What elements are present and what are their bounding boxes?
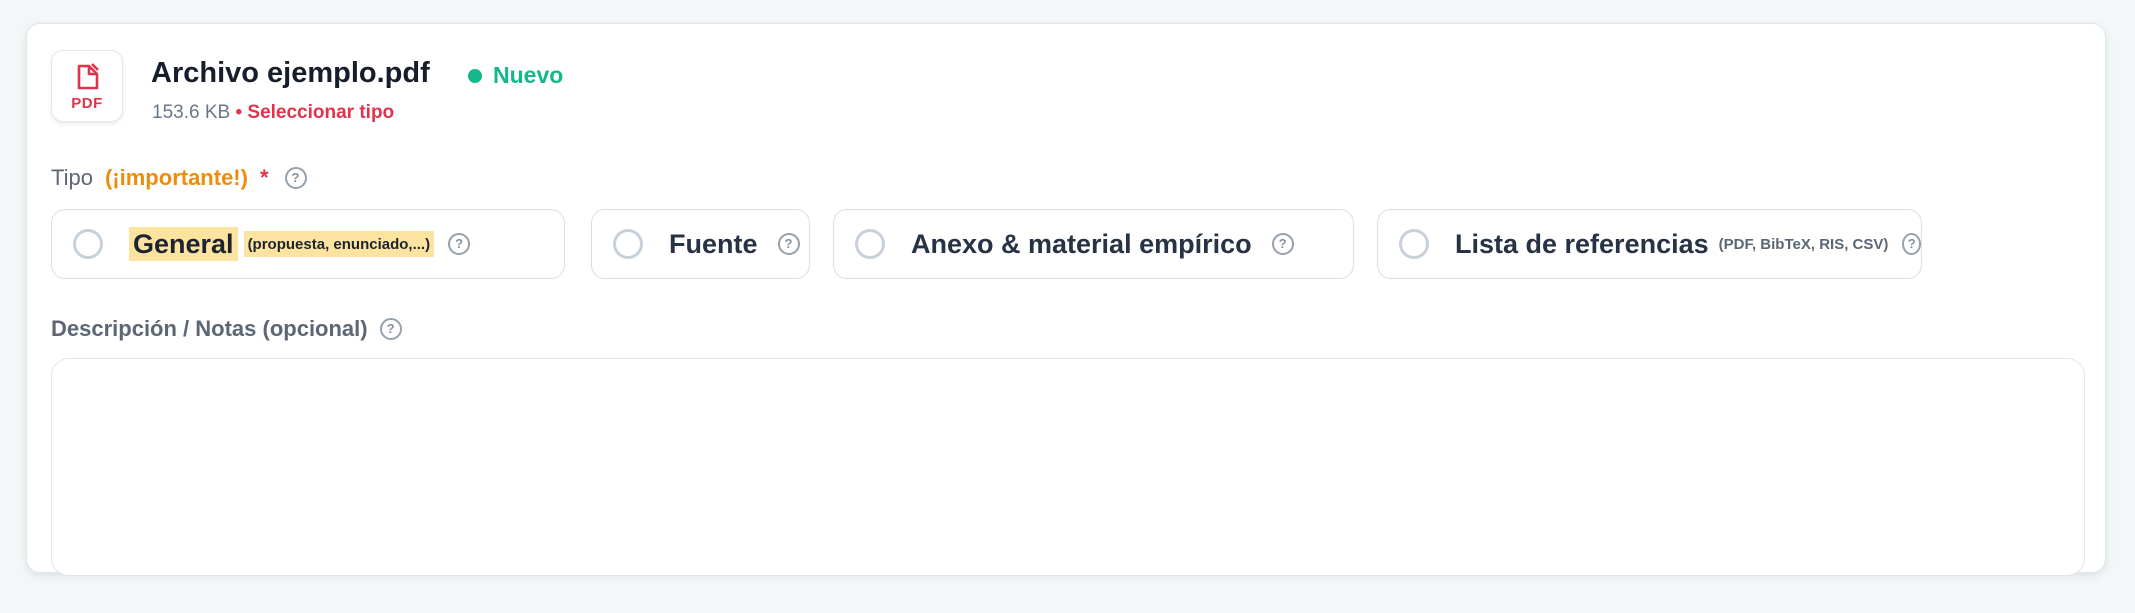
option-label: Anexo & material empírico — [911, 228, 1252, 259]
meta-separator: • — [235, 102, 243, 123]
radio-icon[interactable] — [855, 229, 885, 259]
file-name: Archivo ejemplo.pdf — [151, 57, 430, 89]
help-icon[interactable]: ? — [777, 233, 800, 255]
option-note: (PDF, BibTeX, RIS, CSV) — [1718, 235, 1889, 253]
radio-icon[interactable] — [1399, 229, 1429, 259]
type-label-text: Tipo — [51, 165, 93, 190]
option-note: (propuesta, enunciado,...) — [247, 235, 431, 253]
option-label: Fuente — [669, 228, 758, 259]
pdf-file-icon: PDF — [51, 50, 123, 122]
option-label: Lista de referencias — [1455, 228, 1709, 259]
status-badge: Nuevo — [468, 62, 563, 89]
select-type-link[interactable]: Seleccionar tipo — [247, 102, 394, 123]
important-note: (¡importante!) — [104, 165, 248, 190]
option-label: General — [133, 228, 234, 259]
file-type-label: PDF — [71, 95, 103, 112]
help-icon[interactable]: ? — [1271, 233, 1294, 255]
description-label-text: Descripción / Notas (opcional) — [51, 316, 368, 341]
radio-icon[interactable] — [73, 229, 103, 259]
file-size: 153.6 KB — [152, 102, 231, 123]
type-field-label: Tipo (¡importante!) * ? — [51, 165, 307, 191]
radio-icon[interactable] — [613, 229, 643, 259]
option-note-highlight: (propuesta, enunciado,...) — [243, 231, 435, 257]
description-label: Descripción / Notas (opcional) ? — [51, 316, 402, 342]
type-option-fuente[interactable]: Fuente ? — [591, 209, 810, 279]
help-icon[interactable]: ? — [379, 318, 402, 340]
type-option-referencias[interactable]: Lista de referencias (PDF, BibTeX, RIS, … — [1377, 209, 1922, 279]
status-dot-icon — [468, 68, 482, 83]
type-option-general[interactable]: General (propuesta, enunciado,...) ? — [51, 209, 565, 279]
file-card: PDF Archivo ejemplo.pdf Nuevo 153.6 KB •… — [26, 23, 2106, 576]
required-mark: * — [259, 165, 269, 190]
file-meta: 153.6 KB • Seleccionar tipo — [152, 102, 394, 124]
help-icon[interactable]: ? — [1902, 233, 1921, 255]
option-highlight: General — [129, 227, 238, 261]
description-textarea[interactable] — [51, 358, 2085, 576]
type-option-anexo[interactable]: Anexo & material empírico ? — [833, 209, 1354, 279]
status-text: Nuevo — [493, 62, 564, 88]
help-icon[interactable]: ? — [284, 167, 307, 189]
help-icon[interactable]: ? — [448, 233, 471, 255]
